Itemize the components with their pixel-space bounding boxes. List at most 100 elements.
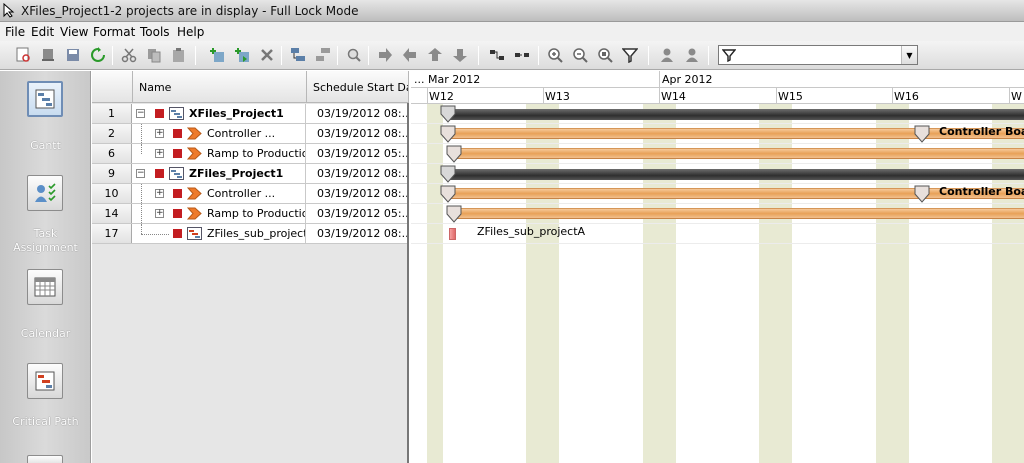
gantt-chart[interactable]: ... Mar 2012 Apr 2012 W12 W13 W14 W15 W1… bbox=[411, 71, 1024, 463]
stamp-icon[interactable] bbox=[39, 46, 57, 64]
expand-icon[interactable]: + bbox=[155, 189, 164, 198]
project-summary-bar[interactable] bbox=[446, 109, 1024, 120]
cut-icon[interactable] bbox=[120, 46, 138, 64]
view-label-critical-path: Critical Path bbox=[12, 415, 79, 428]
timescale-weeks: W12 W13 W14 W15 W16 W bbox=[411, 88, 1024, 104]
subproject-marker[interactable] bbox=[449, 228, 456, 240]
link-tasks-icon[interactable] bbox=[488, 46, 506, 64]
add-task-icon[interactable] bbox=[208, 46, 226, 64]
arrow-down-icon[interactable] bbox=[451, 46, 469, 64]
view-label-gantt: Gantt bbox=[30, 139, 61, 152]
subproject-icon bbox=[187, 227, 202, 240]
print-preview-icon[interactable] bbox=[14, 46, 32, 64]
menu-help[interactable]: Help bbox=[177, 25, 204, 39]
name-cell[interactable]: + Controller ... bbox=[133, 184, 306, 203]
project-summary-bar[interactable] bbox=[446, 169, 1024, 180]
task-grid: Name Schedule Start Date 1 − XFiles_Proj… bbox=[92, 71, 409, 463]
add-subtask-icon[interactable] bbox=[233, 46, 251, 64]
indent-icon[interactable] bbox=[289, 46, 307, 64]
start-date-cell[interactable]: 03/19/2012 08:... bbox=[307, 104, 407, 123]
summary-task-icon bbox=[187, 147, 202, 160]
task-end-marker-icon bbox=[914, 125, 930, 143]
arrow-right-icon[interactable] bbox=[376, 46, 394, 64]
task-name: ZFiles_sub_projectA bbox=[207, 227, 306, 240]
task-bar[interactable] bbox=[452, 148, 1024, 159]
task-name: Ramp to Production bbox=[207, 147, 306, 160]
table-row[interactable]: 1 − XFiles_Project1 03/19/2012 08:... bbox=[92, 104, 407, 124]
menu-format[interactable]: Format bbox=[93, 25, 135, 39]
zoom-out-icon[interactable] bbox=[571, 46, 589, 64]
start-date-cell[interactable]: 03/19/2012 05:... bbox=[307, 144, 407, 163]
bar-label: Controller Board bbox=[939, 185, 1024, 198]
start-date-cell[interactable]: 03/19/2012 08:... bbox=[307, 124, 407, 143]
start-date-cell[interactable]: 03/19/2012 08:... bbox=[307, 184, 407, 203]
project-start-marker-icon bbox=[440, 105, 456, 123]
start-date-cell[interactable]: 03/19/2012 08:... bbox=[307, 224, 407, 243]
column-header-name[interactable]: Name bbox=[133, 71, 307, 103]
start-date-cell[interactable]: 03/19/2012 08:... bbox=[307, 164, 407, 183]
unlink-tasks-icon[interactable] bbox=[513, 46, 531, 64]
status-flag-icon bbox=[155, 109, 164, 118]
task-name: Controller ... bbox=[207, 187, 276, 200]
toolbar-separator bbox=[368, 46, 369, 65]
week-label: W12 bbox=[429, 90, 454, 103]
menu-edit[interactable]: Edit bbox=[31, 25, 54, 39]
menu-file[interactable]: File bbox=[5, 25, 25, 39]
gantt-view-icon[interactable] bbox=[27, 81, 63, 117]
copy-icon[interactable] bbox=[145, 46, 163, 64]
outdent-icon[interactable] bbox=[314, 46, 332, 64]
zoom-fit-icon[interactable] bbox=[596, 46, 614, 64]
critical-path-icon[interactable] bbox=[27, 363, 63, 399]
find-icon[interactable] bbox=[345, 46, 363, 64]
resource-icon[interactable] bbox=[658, 46, 676, 64]
filter-icon[interactable] bbox=[621, 46, 639, 64]
menu-tools[interactable]: Tools bbox=[140, 25, 170, 39]
chevron-down-icon[interactable]: ▼ bbox=[901, 46, 917, 64]
row-number: 2 bbox=[92, 124, 132, 143]
row-number: 9 bbox=[92, 164, 132, 183]
more-view-icon[interactable] bbox=[27, 455, 63, 463]
assign-resource-icon[interactable] bbox=[683, 46, 701, 64]
column-header-start-date[interactable]: Schedule Start Date bbox=[307, 71, 409, 103]
delete-icon[interactable] bbox=[258, 46, 276, 64]
collapse-icon[interactable]: − bbox=[136, 109, 145, 118]
paste-icon[interactable] bbox=[170, 46, 188, 64]
task-assignment-icon[interactable] bbox=[27, 175, 63, 211]
row-number: 1 bbox=[92, 104, 132, 123]
name-cell[interactable]: + Ramp to Production bbox=[133, 144, 306, 163]
collapse-icon[interactable]: − bbox=[136, 169, 145, 178]
toolbar: ▼ bbox=[0, 41, 1024, 70]
task-bar[interactable] bbox=[446, 128, 1024, 139]
menu-view[interactable]: View bbox=[60, 25, 88, 39]
view-label-calendar: Calendar bbox=[20, 327, 71, 340]
refresh-icon[interactable] bbox=[89, 46, 107, 64]
name-cell[interactable]: − XFiles_Project1 bbox=[133, 104, 306, 123]
row-number: 6 bbox=[92, 144, 132, 163]
table-row[interactable]: 17 ZFiles_sub_projectA 03/19/2012 08:... bbox=[92, 224, 407, 244]
filter-combobox[interactable]: ▼ bbox=[718, 45, 918, 65]
table-row[interactable]: 10 + Controller ... 03/19/2012 08:... bbox=[92, 184, 407, 204]
task-name: XFiles_Project1 bbox=[189, 107, 284, 120]
project-icon bbox=[169, 107, 184, 120]
task-bar[interactable] bbox=[446, 188, 1024, 199]
arrow-left-icon[interactable] bbox=[401, 46, 419, 64]
calendar-icon[interactable] bbox=[27, 269, 63, 305]
table-row[interactable]: 6 + Ramp to Production 03/19/2012 05:... bbox=[92, 144, 407, 164]
table-row[interactable]: 2 + Controller ... 03/19/2012 08:... bbox=[92, 124, 407, 144]
toolbar-separator bbox=[112, 46, 113, 65]
zoom-in-icon[interactable] bbox=[546, 46, 564, 64]
arrow-up-icon[interactable] bbox=[426, 46, 444, 64]
name-cell[interactable]: − ZFiles_Project1 bbox=[133, 164, 306, 183]
expand-icon[interactable]: + bbox=[155, 129, 164, 138]
expand-icon[interactable]: + bbox=[155, 209, 164, 218]
table-row[interactable]: 14 + Ramp to Production 03/19/2012 05:..… bbox=[92, 204, 407, 224]
name-cell[interactable]: + Controller ... bbox=[133, 124, 306, 143]
save-icon[interactable] bbox=[64, 46, 82, 64]
name-cell[interactable]: ZFiles_sub_projectA bbox=[133, 224, 306, 243]
table-row[interactable]: 9 − ZFiles_Project1 03/19/2012 08:... bbox=[92, 164, 407, 184]
task-start-marker-icon bbox=[440, 185, 456, 203]
start-date-cell[interactable]: 03/19/2012 05:... bbox=[307, 204, 407, 223]
name-cell[interactable]: + Ramp to Production bbox=[133, 204, 306, 223]
expand-icon[interactable]: + bbox=[155, 149, 164, 158]
task-bar[interactable] bbox=[452, 208, 1024, 219]
